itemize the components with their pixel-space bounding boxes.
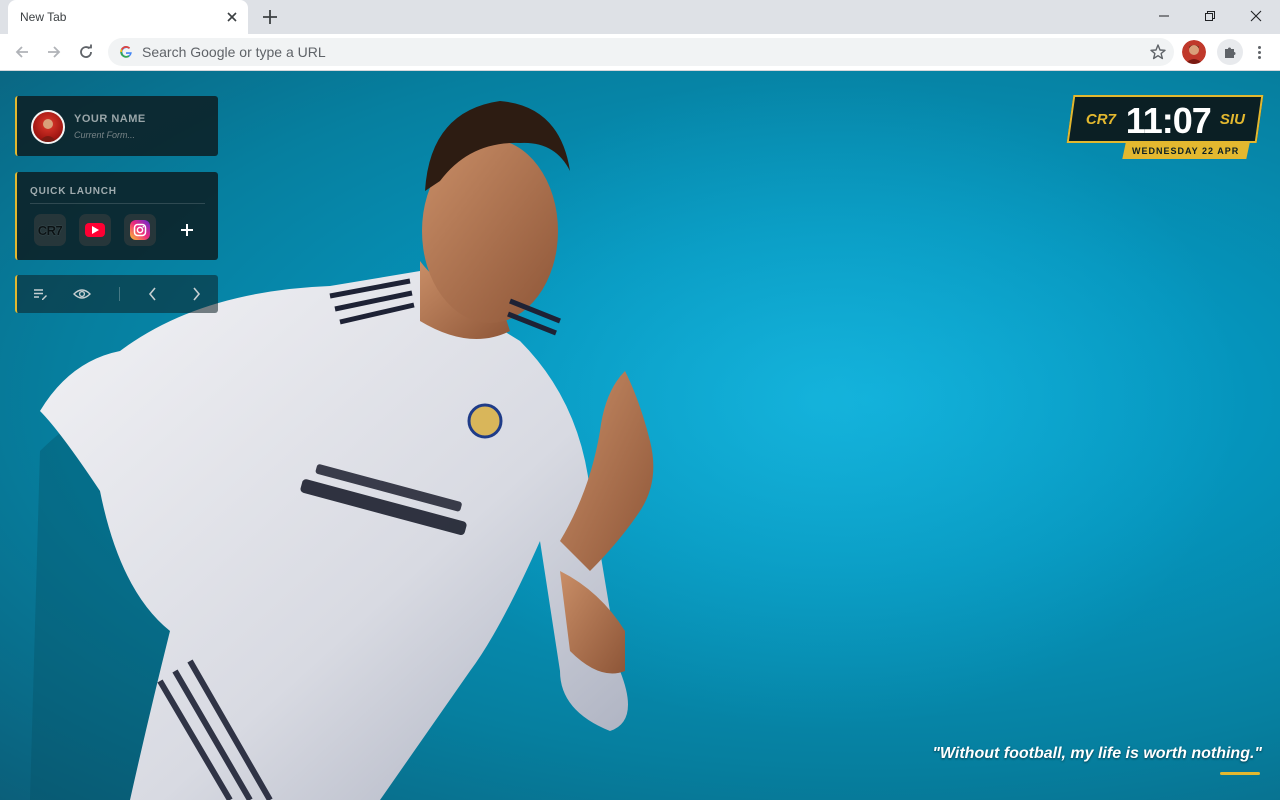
omnibox[interactable] (108, 38, 1174, 66)
user-avatar[interactable] (31, 110, 65, 144)
arrow-right-icon[interactable] (42, 40, 66, 64)
search-input[interactable] (142, 44, 1122, 60)
edit-list-icon[interactable] (31, 285, 49, 303)
quick-launch-item-instagram[interactable] (124, 214, 156, 246)
quick-launch-item-cr7[interactable]: CR7 (34, 214, 66, 246)
browser-toolbar (0, 34, 1280, 71)
restore-icon[interactable] (1187, 2, 1233, 30)
add-shortcut-button[interactable] (177, 220, 197, 240)
profile-card[interactable]: YOUR NAME Current Form... (15, 96, 218, 156)
date-badge: WEDNESDAY 22 APR (1122, 143, 1250, 159)
close-icon[interactable] (223, 8, 241, 26)
eye-icon[interactable] (73, 285, 91, 303)
quote-underline (1220, 772, 1260, 775)
tab-strip: New Tab (0, 0, 1280, 34)
reload-icon[interactable] (74, 40, 98, 64)
plus-icon (181, 224, 193, 236)
clock-widget: CR7 11:07 SIU (1066, 95, 1264, 143)
divider (30, 203, 205, 204)
clock-time: 11:07 (1125, 100, 1211, 141)
current-form-field[interactable]: Current Form... (74, 130, 135, 140)
divider (119, 287, 120, 301)
quote-text: "Without football, my life is worth noth… (932, 745, 1262, 762)
chevron-left-icon[interactable] (144, 285, 162, 303)
quick-launch-panel: QUICK LAUNCH CR7 (15, 172, 218, 260)
quick-launch-title: QUICK LAUNCH (30, 186, 117, 197)
puzzle-icon[interactable] (1217, 39, 1243, 65)
minimize-icon[interactable] (1141, 2, 1187, 30)
star-icon[interactable] (1149, 43, 1167, 61)
user-name[interactable]: YOUR NAME (74, 113, 146, 125)
profile-avatar[interactable] (1182, 40, 1206, 64)
cr7-logo-icon: CR7 (37, 222, 63, 238)
google-g-icon (119, 45, 133, 59)
tab-new-tab[interactable]: New Tab (8, 0, 248, 34)
new-tab-page: YOUR NAME Current Form... QUICK LAUNCH C… (0, 71, 1280, 800)
tools-bar (15, 275, 218, 313)
tab-title: New Tab (20, 10, 67, 24)
date-text: WEDNESDAY 22 APR (1132, 146, 1240, 156)
kebab-menu-icon[interactable] (1250, 40, 1268, 64)
clock-right-tag: SIU (1219, 111, 1245, 128)
quick-launch-item-youtube[interactable] (79, 214, 111, 246)
instagram-icon (130, 220, 150, 240)
window-close-icon[interactable] (1233, 2, 1279, 30)
arrow-left-icon[interactable] (10, 40, 34, 64)
plus-icon[interactable] (259, 6, 281, 28)
youtube-icon (85, 223, 105, 237)
chevron-right-icon[interactable] (187, 285, 205, 303)
clock-left-tag: CR7 (1085, 111, 1116, 128)
